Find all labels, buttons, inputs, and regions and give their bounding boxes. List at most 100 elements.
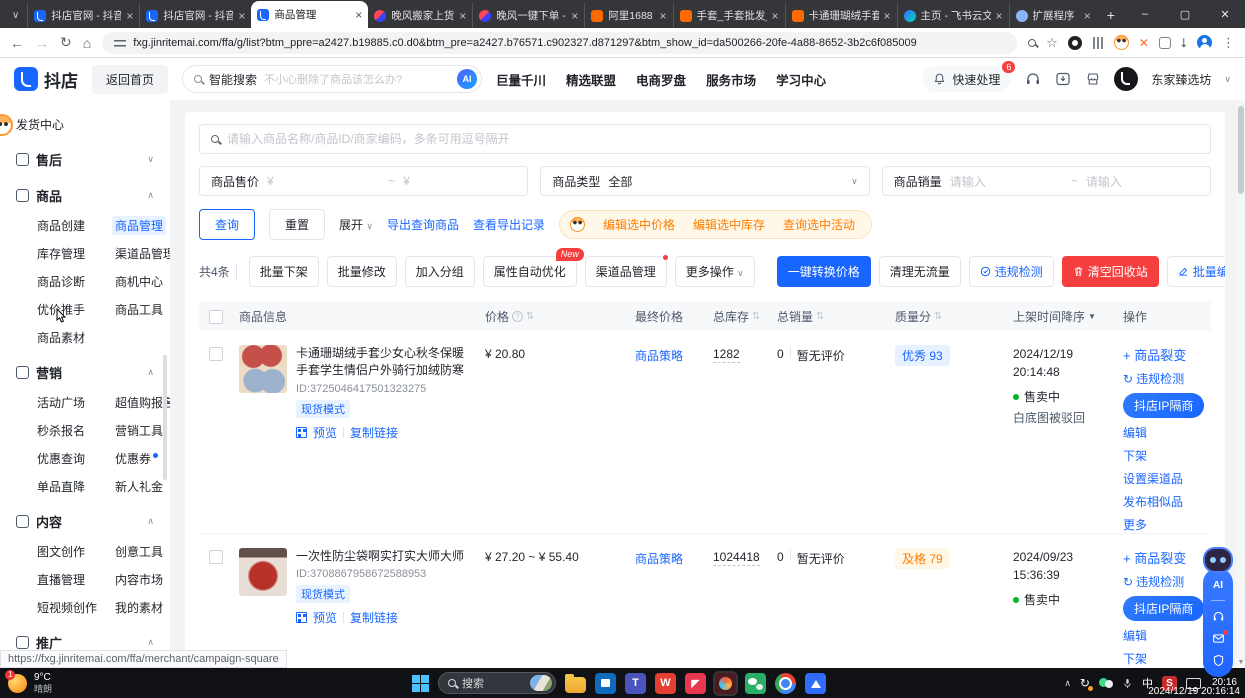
headset-icon[interactable] bbox=[1212, 610, 1225, 623]
op-link[interactable]: 设置渠道品 bbox=[1123, 470, 1211, 487]
downloads-icon[interactable]: ⭣ bbox=[1181, 35, 1187, 51]
sidebar-item[interactable]: 优惠券 bbox=[115, 450, 158, 467]
qr-code-icon[interactable] bbox=[296, 612, 307, 623]
storefront-icon[interactable] bbox=[1084, 71, 1101, 88]
quality-score[interactable]: 及格 79 bbox=[895, 548, 950, 569]
back-icon[interactable]: ← bbox=[10, 35, 24, 51]
green-dots-tray-icon[interactable] bbox=[1099, 678, 1113, 688]
header-nav-item[interactable]: 精选联盟 bbox=[566, 70, 616, 89]
query-button[interactable]: 查询 bbox=[199, 209, 255, 240]
sidebar-item[interactable]: 活动广场 bbox=[37, 394, 85, 411]
sidebar-item[interactable]: 内容市场 bbox=[115, 571, 163, 588]
active-app-icon[interactable] bbox=[715, 673, 736, 694]
col-stock[interactable]: 总库存⇅ bbox=[713, 308, 777, 325]
sidebar-section-header[interactable]: 售后∨ bbox=[16, 150, 154, 169]
extensions-puzzle-icon[interactable] bbox=[1159, 37, 1171, 49]
sidebar-section-header[interactable]: 营销∧ bbox=[16, 363, 154, 382]
price-strategy-link[interactable]: 商品策略 bbox=[635, 349, 683, 363]
price-range-filter[interactable]: 商品售价 ¥ ~ ¥ bbox=[199, 166, 528, 196]
sidebar-item[interactable]: 商品工具 bbox=[115, 301, 163, 318]
avatar[interactable] bbox=[1114, 67, 1138, 91]
sidebar-section-header[interactable]: 内容∧ bbox=[16, 512, 154, 531]
sort-icon[interactable]: ⇅ bbox=[816, 311, 824, 322]
convert-price-button[interactable]: 一键转换价格 bbox=[777, 256, 871, 287]
forward-icon[interactable]: → bbox=[35, 35, 49, 51]
violation-check-link[interactable]: ↻违规检测 bbox=[1123, 573, 1211, 590]
back-home-button[interactable]: 返回首页 bbox=[92, 65, 168, 94]
chrome-icon[interactable] bbox=[775, 673, 796, 694]
tab-close-icon[interactable]: × bbox=[459, 9, 466, 23]
tab-close-icon[interactable]: × bbox=[996, 9, 1003, 23]
sidebar-item[interactable]: 商品素材 bbox=[37, 329, 85, 346]
new-tab-button[interactable]: + bbox=[1097, 7, 1125, 28]
price-strategy-link[interactable]: 商品策略 bbox=[635, 552, 683, 566]
profile-icon[interactable] bbox=[1197, 35, 1212, 50]
browser-tab[interactable]: 手套_手套批发_手× bbox=[673, 3, 785, 28]
tiger-extension-float-icon[interactable] bbox=[0, 114, 13, 136]
batch-modify-button[interactable]: 批量修改 bbox=[327, 256, 397, 287]
col-sales[interactable]: 总销量⇅ bbox=[777, 308, 895, 325]
browser-menu-icon[interactable]: ⋮ bbox=[1222, 35, 1235, 51]
select-all-checkbox[interactable] bbox=[209, 310, 223, 324]
edit-selected-stock-link[interactable]: 编辑选中库存 bbox=[693, 216, 765, 233]
op-link[interactable]: 编辑 bbox=[1123, 627, 1211, 644]
sort-icon[interactable]: ⇅ bbox=[526, 311, 534, 322]
export-goods-link[interactable]: 导出查询商品 bbox=[387, 216, 459, 233]
row-checkbox[interactable] bbox=[209, 550, 223, 564]
sidebar-item[interactable]: 单品直降 bbox=[37, 478, 85, 495]
tab-close-icon[interactable]: × bbox=[1084, 9, 1091, 23]
mic-icon[interactable] bbox=[1122, 677, 1133, 690]
fission-link[interactable]: + 商品裂变 bbox=[1123, 548, 1211, 567]
browser-tab[interactable]: 扩展程序× bbox=[1009, 3, 1097, 28]
browser-tab[interactable]: 晚风搬家上货× bbox=[368, 3, 472, 28]
product-type-select[interactable]: 商品类型 全部 ∨ bbox=[540, 166, 869, 196]
browser-tab[interactable]: 阿里1688× bbox=[584, 3, 672, 28]
ai-robot-icon[interactable] bbox=[1203, 547, 1233, 573]
quick-handle-button[interactable]: 快速处理 6 bbox=[922, 66, 1011, 92]
col-listing-time[interactable]: 上架时间降序▼ bbox=[1013, 308, 1123, 325]
product-search-input[interactable] bbox=[227, 132, 1199, 146]
scroll-down-arrow[interactable]: ▼ bbox=[1237, 659, 1245, 666]
more-ops-button[interactable]: 更多操作 ∨ bbox=[675, 256, 755, 287]
sidebar-section-header[interactable]: 商品∧ bbox=[16, 186, 154, 205]
sidebar-item[interactable]: 直播管理 bbox=[37, 571, 85, 588]
tab-search-icon[interactable]: ∨ bbox=[4, 10, 27, 28]
row-checkbox[interactable] bbox=[209, 347, 223, 361]
clear-recycle-button[interactable]: 清空回收站 bbox=[1062, 256, 1159, 287]
sidebar-item[interactable]: 秒杀报名 bbox=[37, 422, 85, 439]
export-records-link[interactable]: 查看导出记录 bbox=[473, 216, 545, 233]
attr-auto-optimize-button[interactable]: 属性自动优化New bbox=[483, 256, 577, 287]
expand-toggle[interactable]: 展开 ∨ bbox=[339, 216, 373, 233]
browser-tab[interactable]: 主页 - 飞书云文档× bbox=[897, 3, 1009, 28]
start-button[interactable] bbox=[412, 675, 429, 692]
sidebar-item[interactable]: 商机中心 bbox=[115, 273, 163, 290]
address-bar[interactable]: fxg.jinritemai.com/ffa/g/list?btm_ppre=a… bbox=[102, 32, 1017, 54]
zoom-icon[interactable] bbox=[1028, 39, 1036, 47]
header-nav-item[interactable]: 学习中心 bbox=[776, 70, 826, 89]
tab-close-icon[interactable]: × bbox=[355, 8, 362, 22]
browser-tab[interactable]: 商品管理× bbox=[251, 1, 368, 28]
product-title[interactable]: 一次性防尘袋啊实打实大师大师 bbox=[296, 548, 471, 565]
minimize-button[interactable]: – bbox=[1125, 8, 1165, 20]
header-nav-item[interactable]: 电商罗盘 bbox=[636, 70, 686, 89]
sort-icon[interactable]: ⇅ bbox=[752, 311, 760, 322]
sidebar-item[interactable]: 优惠查询 bbox=[37, 450, 85, 467]
op-link[interactable]: 下架 bbox=[1123, 650, 1211, 667]
wechat-icon[interactable] bbox=[745, 673, 766, 694]
product-title[interactable]: 卡通珊瑚绒手套少女心秋冬保暖手套学生情侣户外骑行加绒防寒手套 bbox=[296, 345, 471, 380]
op-link[interactable]: 发布相似品 bbox=[1123, 493, 1211, 510]
copy-link[interactable]: 复制链接 bbox=[350, 609, 398, 626]
extension-icon-2[interactable]: ✕ bbox=[1139, 36, 1149, 50]
qr-code-icon[interactable] bbox=[296, 427, 307, 438]
doudian-ip-button[interactable]: 抖店IP隔商 bbox=[1123, 596, 1204, 621]
close-button[interactable]: ✕ bbox=[1205, 8, 1245, 21]
violation-check-link[interactable]: ↻违规检测 bbox=[1123, 370, 1211, 387]
message-icon[interactable] bbox=[1212, 632, 1225, 645]
sidebar-item[interactable]: 我的素材 bbox=[115, 599, 163, 616]
page-scrollbar[interactable]: ▼ bbox=[1237, 100, 1245, 668]
sidebar-item[interactable]: 库存管理 bbox=[37, 245, 85, 262]
site-settings-icon[interactable] bbox=[114, 38, 126, 48]
sidebar-item[interactable]: 渠道品管理 bbox=[115, 245, 170, 262]
shop-name[interactable]: 东家臻选坊 bbox=[1151, 71, 1211, 88]
op-link[interactable]: 下架 bbox=[1123, 447, 1211, 464]
